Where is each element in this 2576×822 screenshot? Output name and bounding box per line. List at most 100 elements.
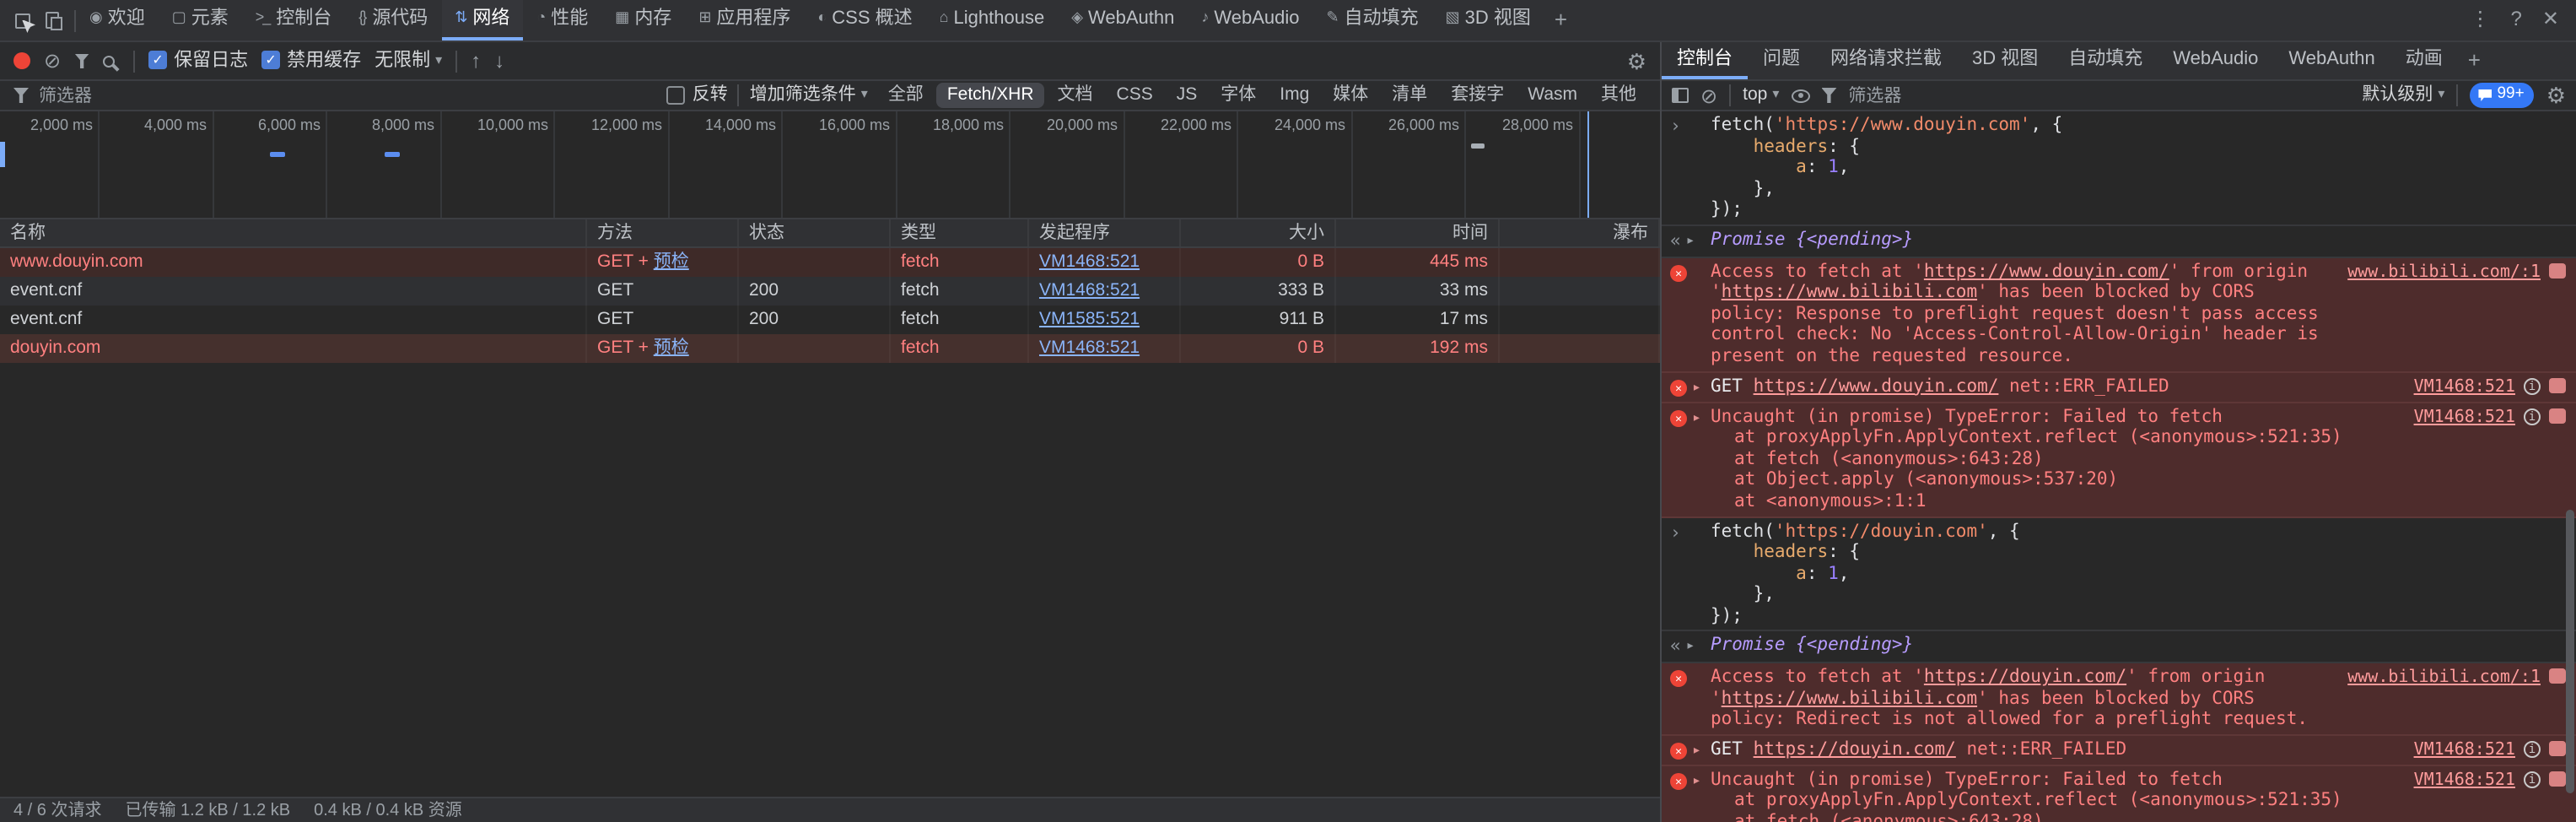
console-link[interactable]: https://www.bilibili.com bbox=[1722, 282, 1977, 302]
tab-welcome[interactable]: ◉欢迎 bbox=[76, 0, 159, 41]
tab-lighthouse[interactable]: ⌂Lighthouse bbox=[926, 0, 1059, 41]
search-icon[interactable] bbox=[103, 55, 115, 67]
console-link[interactable]: https://www.bilibili.com bbox=[1722, 688, 1977, 708]
column-header-initiator[interactable]: 发起程序 bbox=[1029, 219, 1181, 246]
tab-console[interactable]: >_控制台 bbox=[242, 0, 346, 41]
ai-chat-icon[interactable] bbox=[2549, 262, 2566, 278]
console-sidebar-toggle-icon[interactable] bbox=[1672, 88, 1689, 103]
initiator-link[interactable]: VM1585:521 bbox=[1039, 309, 1140, 329]
network-request-row[interactable]: www.douyin.comGET + 预检fetchVM1468:5210 B… bbox=[0, 248, 1660, 277]
clear-console-icon[interactable]: ⊘ bbox=[1700, 85, 1717, 105]
column-header-size[interactable]: 大小 bbox=[1181, 219, 1336, 246]
drawer-tab-webaudio[interactable]: WebAudio bbox=[2158, 42, 2273, 79]
filter-pill-js[interactable]: JS bbox=[1167, 82, 1208, 108]
filter-pill-[interactable]: 套接字 bbox=[1441, 82, 1514, 108]
console-settings-gear-icon[interactable]: ⚙ bbox=[2546, 84, 2566, 106]
live-expression-eye-icon[interactable] bbox=[1791, 89, 1809, 102]
filter-pill-[interactable]: 媒体 bbox=[1323, 82, 1378, 108]
timeline-selection-handle[interactable] bbox=[0, 142, 5, 167]
preserve-log-checkbox[interactable]: 保留日志 bbox=[148, 49, 248, 73]
tab-webauthn[interactable]: ◈WebAuthn bbox=[1058, 0, 1188, 41]
inspect-element-icon[interactable] bbox=[15, 13, 30, 28]
clear-network-log-icon[interactable]: ⊘ bbox=[44, 51, 61, 71]
execution-context-select[interactable]: top ▾ bbox=[1743, 84, 1779, 106]
ai-chat-icon[interactable] bbox=[2549, 408, 2566, 423]
filter-pill-[interactable]: 清单 bbox=[1382, 82, 1437, 108]
column-header-type[interactable]: 类型 bbox=[891, 219, 1029, 246]
tab-network[interactable]: ⇅网络 bbox=[441, 0, 523, 41]
invert-checkbox[interactable]: 反转 bbox=[667, 84, 728, 106]
network-request-row[interactable]: douyin.comGET + 预检fetchVM1468:5210 B192 … bbox=[0, 334, 1660, 363]
initiator-link[interactable]: VM1468:521 bbox=[1039, 338, 1140, 358]
issues-badge[interactable]: 99+ bbox=[2470, 84, 2534, 108]
info-icon[interactable]: i bbox=[2524, 408, 2541, 425]
more-filters-select[interactable]: 增加筛选条件 ▾ bbox=[750, 84, 868, 106]
filter-toggle-icon[interactable] bbox=[74, 53, 89, 68]
console-link[interactable]: https://www.douyin.com/ bbox=[1754, 376, 1999, 396]
console-filter-input[interactable] bbox=[1848, 85, 2101, 105]
filter-pill-[interactable]: 文档 bbox=[1048, 82, 1103, 108]
disable-cache-checkbox[interactable]: 禁用缓存 bbox=[261, 49, 361, 73]
tab-application[interactable]: ⊞应用程序 bbox=[685, 0, 804, 41]
column-header-name[interactable]: 名称 bbox=[0, 219, 587, 246]
device-toolbar-icon[interactable] bbox=[46, 12, 59, 29]
more-tabs-button[interactable]: + bbox=[1544, 6, 1577, 35]
tab-autofill[interactable]: ✎自动填充 bbox=[1313, 0, 1432, 41]
console-link[interactable]: https://www.douyin.com/ bbox=[1924, 261, 2169, 281]
drawer-tab-animations[interactable]: 动画 bbox=[2390, 42, 2458, 79]
column-header-status[interactable]: 状态 bbox=[739, 219, 891, 246]
tab-3d-view[interactable]: ▧3D 视图 bbox=[1432, 0, 1544, 41]
column-header-waterfall[interactable]: 瀑布 bbox=[1500, 219, 1660, 246]
drawer-tab-network-request-blocking[interactable]: 网络请求拦截 bbox=[1815, 42, 1957, 79]
filter-pill-fetch-xhr[interactable]: Fetch/XHR bbox=[937, 82, 1044, 108]
drawer-tab-webauthn[interactable]: WebAuthn bbox=[2273, 42, 2390, 79]
console-link[interactable]: https://douyin.com/ bbox=[1924, 667, 2126, 687]
expand-triangle-icon[interactable]: ▸ bbox=[1692, 741, 1701, 761]
filter-pill-[interactable]: 字体 bbox=[1210, 82, 1266, 108]
column-header-time[interactable]: 时间 bbox=[1336, 219, 1500, 246]
ai-chat-icon[interactable] bbox=[2549, 668, 2566, 684]
network-settings-gear-icon[interactable]: ⚙ bbox=[1627, 50, 1646, 72]
filter-pill-img[interactable]: Img bbox=[1269, 82, 1319, 108]
source-location-link[interactable]: VM1468:521 bbox=[2414, 741, 2515, 761]
column-header-method[interactable]: 方法 bbox=[587, 219, 739, 246]
info-icon[interactable]: i bbox=[2524, 771, 2541, 788]
ai-chat-icon[interactable] bbox=[2549, 377, 2566, 392]
filter-pill-css[interactable]: CSS bbox=[1107, 82, 1163, 108]
drawer-tab-console[interactable]: 控制台 bbox=[1662, 42, 1748, 79]
throttling-select[interactable]: 无限制 ▾ bbox=[375, 49, 442, 73]
console-link[interactable]: https://douyin.com/ bbox=[1754, 739, 1956, 760]
close-icon[interactable]: ✕ bbox=[2542, 7, 2559, 33]
log-level-select[interactable]: 默认级别 ▾ bbox=[2362, 84, 2444, 106]
drawer-tab-issues[interactable]: 问题 bbox=[1748, 42, 1815, 79]
filter-pill-[interactable]: 其他 bbox=[1591, 82, 1646, 108]
drawer-tab-3d-view[interactable]: 3D 视图 bbox=[1957, 42, 2053, 79]
record-button[interactable] bbox=[13, 52, 30, 69]
tab-performance[interactable]: ◔性能 bbox=[523, 0, 601, 41]
ai-chat-icon[interactable] bbox=[2549, 741, 2566, 756]
initiator-link[interactable]: VM1468:521 bbox=[1039, 280, 1140, 300]
tab-elements[interactable]: ▢元素 bbox=[159, 0, 242, 41]
network-filter-input[interactable] bbox=[39, 85, 657, 105]
help-icon[interactable]: ? bbox=[2511, 7, 2522, 33]
console-scrollbar[interactable] bbox=[2566, 510, 2574, 794]
source-location-link[interactable]: www.bilibili.com/:1 bbox=[2347, 262, 2541, 283]
network-timeline[interactable]: 2,000 ms4,000 ms6,000 ms8,000 ms10,000 m… bbox=[0, 111, 1660, 219]
network-request-row[interactable]: event.cnfGET200fetchVM1585:521911 B17 ms bbox=[0, 306, 1660, 334]
expand-triangle-icon[interactable]: ▸ bbox=[1686, 231, 1695, 251]
info-icon[interactable]: i bbox=[2524, 377, 2541, 394]
drawer-more-tabs-button[interactable]: + bbox=[2458, 46, 2491, 75]
network-request-row[interactable]: event.cnfGET200fetchVM1468:521333 B33 ms bbox=[0, 277, 1660, 306]
source-location-link[interactable]: VM1468:521 bbox=[2414, 771, 2515, 792]
initiator-link[interactable]: VM1468:521 bbox=[1039, 251, 1140, 272]
tab-memory[interactable]: ▦内存 bbox=[601, 0, 685, 41]
tab-css-overview[interactable]: ◐CSS 概述 bbox=[804, 0, 925, 41]
filter-pill-[interactable]: 全部 bbox=[878, 82, 934, 108]
tab-webaudio[interactable]: ♪WebAudio bbox=[1188, 0, 1312, 41]
export-har-icon[interactable]: ↓ bbox=[494, 51, 504, 71]
expand-triangle-icon[interactable]: ▸ bbox=[1692, 377, 1701, 397]
preflight-link[interactable]: 预检 bbox=[654, 338, 689, 358]
source-location-link[interactable]: VM1468:521 bbox=[2414, 408, 2515, 428]
source-location-link[interactable]: www.bilibili.com/:1 bbox=[2347, 668, 2541, 689]
expand-triangle-icon[interactable]: ▸ bbox=[1686, 637, 1695, 657]
